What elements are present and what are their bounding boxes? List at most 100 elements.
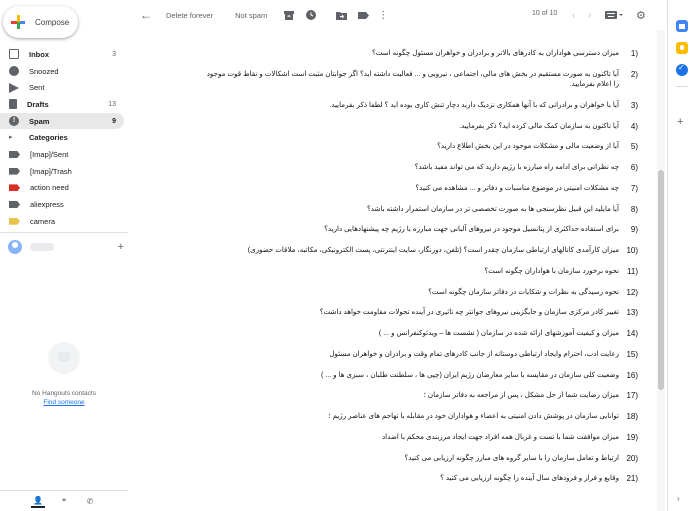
hangouts-chat-icon xyxy=(48,342,80,374)
add-addon-icon[interactable]: + xyxy=(677,116,683,128)
user-name-redacted xyxy=(30,243,54,251)
label-icon xyxy=(9,167,20,175)
question-text: آیا با خواهران و برادرانی که با آنها همک… xyxy=(329,100,619,109)
nav-item-drafts[interactable]: Drafts 13 xyxy=(0,96,124,113)
message-toolbar: ← Delete forever Not spam ⋮ 10 of 10 ‹ ›… xyxy=(128,0,660,30)
question-text: میزان و کیفیت آموزشهای ارائه شده در سازم… xyxy=(378,329,619,337)
question-text: برای استفاده حداکثری از پتانسیل موجود در… xyxy=(324,225,619,234)
message-scrollbar[interactable] xyxy=(657,30,665,511)
list-item: 6) چه نظراتی برای ادامه راه مبارزه با رژی… xyxy=(200,162,638,183)
nav-count: 13 xyxy=(108,100,116,108)
question-text: ارتباط و تعامل سازمان را با سایر گروه ها… xyxy=(404,453,619,462)
question-text: تغییر کادر مرکزی سازمان و جایگزینی نیروه… xyxy=(319,308,619,317)
question-text: نحوه رسیدگی به نظرات و شکایات در دفاتر س… xyxy=(428,287,619,296)
question-text: چه مشکلات امنیتی در موضوع مناسبات و دفات… xyxy=(415,183,619,192)
label-icon xyxy=(9,184,20,192)
draft-icon xyxy=(9,99,17,110)
question-text: آیا از وضعیت مالی و مشکلات موجود در این … xyxy=(437,142,619,151)
question-text: نحوه برخورد سازمان با هواداران چگونه است… xyxy=(484,266,619,275)
nav-item-camera[interactable]: camera xyxy=(0,213,124,230)
chevron-right-icon[interactable]: › xyxy=(588,7,591,23)
nav-item-aliexpress[interactable]: aliexpress xyxy=(0,196,124,213)
side-panel: + › xyxy=(667,0,696,511)
question-text: وقایع و فراز و فرودهای سال آینده را چگون… xyxy=(440,474,619,483)
avatar[interactable] xyxy=(8,240,22,254)
nav-item-action-need[interactable]: action need xyxy=(0,180,124,197)
nav-list: Inbox 3 Snoozed Sent Drafts 13 ! Spam 9 … xyxy=(0,46,128,230)
nav-label: aliexpress xyxy=(30,200,64,210)
nav-label: Drafts xyxy=(27,99,49,109)
question-number: 10) xyxy=(626,246,638,255)
inbox-icon xyxy=(9,49,19,60)
question-number: 19) xyxy=(626,432,638,442)
question-number: 20) xyxy=(626,453,638,463)
label-icon[interactable] xyxy=(357,7,369,23)
find-someone-link[interactable]: Find someone xyxy=(24,399,104,406)
question-number: 9) xyxy=(630,225,638,235)
not-spam-button[interactable]: Not spam xyxy=(235,11,267,20)
list-item: 17) میزان رضایت شما از حل مشکل ، پس از مر… xyxy=(200,390,638,411)
question-number: 16) xyxy=(626,370,638,380)
question-number: 1) xyxy=(630,49,638,58)
chevron-left-icon[interactable]: ‹ xyxy=(572,7,575,23)
question-number: 14) xyxy=(626,329,638,338)
hangouts-icon[interactable]: ❝ xyxy=(57,494,71,508)
question-number: 15) xyxy=(626,349,638,359)
list-item: 10) میزان کارآمدی کانالهای ارتباطی سازمان… xyxy=(200,245,638,266)
compose-button[interactable]: Compose xyxy=(3,6,78,38)
sidebar-bottom-bar: 👤 ❝ ✆ xyxy=(0,490,128,511)
pager-text: 10 of 10 xyxy=(532,10,558,17)
scrollbar-thumb[interactable] xyxy=(658,170,664,390)
nav-item-sent[interactable]: Sent xyxy=(0,79,124,96)
list-item: 2) آیا تاکنون به صورت مستقیم در بخش های م… xyxy=(200,69,638,100)
phone-icon[interactable]: ✆ xyxy=(83,494,97,508)
gear-icon[interactable]: ⚙ xyxy=(636,7,646,23)
add-contact-icon[interactable]: + xyxy=(118,241,124,253)
label-icon xyxy=(9,217,20,225)
snooze-icon[interactable] xyxy=(305,7,317,23)
hangouts-user-row[interactable]: + xyxy=(8,238,124,256)
tasks-icon[interactable] xyxy=(676,63,688,76)
question-text: میزان کارآمدی کانالهای ارتباطی سازمان چق… xyxy=(247,246,619,254)
nav-item-snoozed[interactable]: Snoozed xyxy=(0,63,124,80)
nav-count: 3 xyxy=(112,50,116,58)
question-number: 2) xyxy=(630,69,638,79)
nav-label: [Imap]/Sent xyxy=(30,149,69,159)
calendar-icon[interactable] xyxy=(676,20,688,32)
question-number: 5) xyxy=(630,142,638,152)
person-icon[interactable]: 👤 xyxy=(31,494,45,508)
nav-item-categories[interactable]: ▸ Categories xyxy=(0,129,124,146)
side-panel-divider xyxy=(676,86,688,87)
nav-count: 9 xyxy=(112,117,116,125)
question-text: آیا تاکنون به صورت مستقیم در بخش های مال… xyxy=(206,69,619,89)
keyboard-icon[interactable] xyxy=(604,7,624,23)
nav-item-spam[interactable]: ! Spam 9 xyxy=(0,112,124,130)
list-item: 14) میزان و کیفیت آموزشهای ارائه شده در س… xyxy=(200,328,638,349)
question-text: توانایی سازمان در پوشش دادن امنیتی به اع… xyxy=(328,412,619,420)
question-text: چه نظراتی برای ادامه راه مبارزه با رژیم … xyxy=(414,163,619,171)
plus-icon xyxy=(11,15,25,29)
question-number: 12) xyxy=(626,287,638,297)
nav-label: Categories xyxy=(29,133,68,143)
more-vert-icon[interactable]: ⋮ xyxy=(378,7,388,23)
nav-label: camera xyxy=(30,216,56,226)
list-item: 1) میزان دسترسی هواداران به کادرهای بالات… xyxy=(200,48,638,69)
chevron-right-icon[interactable]: › xyxy=(677,494,680,503)
list-item: 13) تغییر کادر مرکزی سازمان و جایگزینی نی… xyxy=(200,307,638,328)
question-text: آیا تاکنون به سازمان کمک مالی کرده اید؟ … xyxy=(458,121,619,130)
question-text: آیا مایلید این قبیل نظرسنجی ها به صورت ت… xyxy=(367,204,619,213)
label-icon xyxy=(9,150,20,158)
delete-forever-button[interactable]: Delete forever xyxy=(166,11,213,20)
nav-item-imap-trash[interactable]: [Imap]/Trash xyxy=(0,163,124,180)
nav-item-imap-sent[interactable]: [Imap]/Sent xyxy=(0,146,124,163)
compose-label: Compose xyxy=(35,17,70,27)
nav-label: Inbox xyxy=(29,49,49,59)
move-to-icon[interactable] xyxy=(335,7,347,23)
nav-item-inbox[interactable]: Inbox 3 xyxy=(0,46,124,63)
archive-icon[interactable] xyxy=(283,7,295,23)
back-arrow-icon[interactable]: ← xyxy=(138,7,154,23)
keep-icon[interactable] xyxy=(676,42,688,54)
label-icon xyxy=(9,201,20,209)
list-item: 3) آیا با خواهران و برادرانی که با آنها ه… xyxy=(200,100,638,121)
send-icon xyxy=(9,82,19,93)
